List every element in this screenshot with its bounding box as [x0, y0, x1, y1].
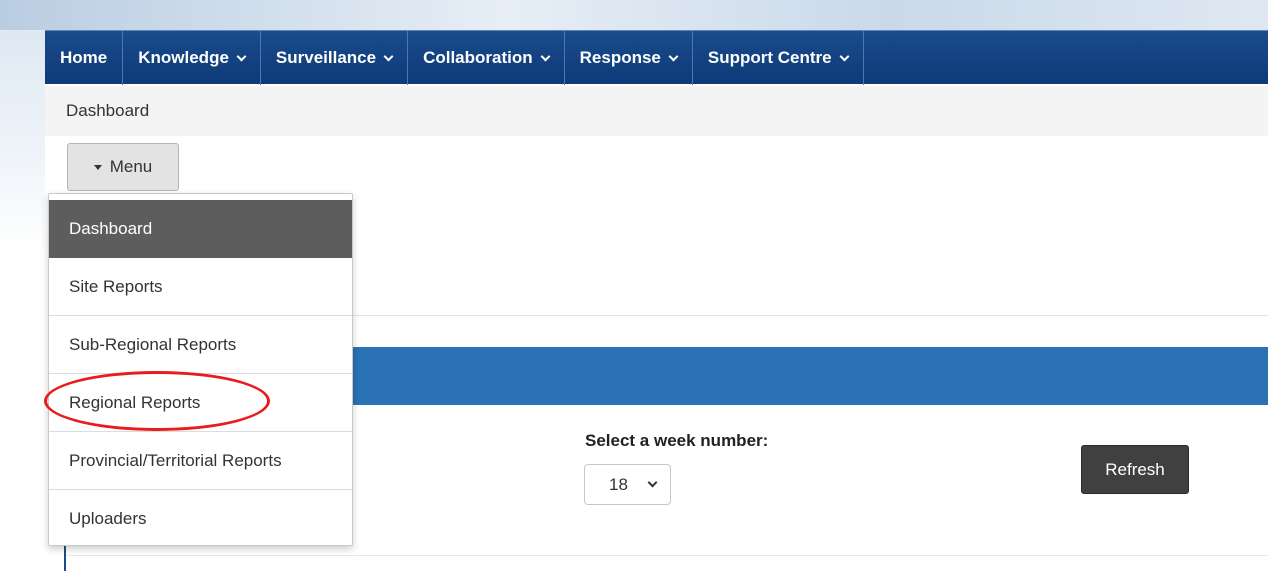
menu-item-provincial-territorial-reports[interactable]: Provincial/Territorial Reports — [49, 432, 352, 490]
menu-dropdown: Dashboard Site Reports Sub-Regional Repo… — [48, 193, 353, 546]
chevron-down-icon — [383, 51, 394, 61]
breadcrumb-current: Dashboard — [66, 101, 150, 120]
nav-support-centre-label: Support Centre — [707, 48, 832, 67]
menu-item-label: Provincial/Territorial Reports — [69, 450, 282, 470]
nav-support-centre[interactable]: Support Centre — [693, 31, 864, 85]
nav-knowledge[interactable]: Knowledge — [123, 31, 261, 85]
nav-home[interactable]: Home — [45, 31, 124, 85]
menu-item-regional-reports[interactable]: Regional Reports — [49, 374, 352, 432]
nav-knowledge-label: Knowledge — [138, 48, 229, 67]
chevron-down-icon — [647, 477, 658, 488]
week-selector-label: Select a week number: — [585, 431, 769, 450]
section-header-band — [350, 347, 1268, 405]
nav-collaboration-label: Collaboration — [423, 48, 533, 67]
nav-surveillance[interactable]: Surveillance — [261, 31, 409, 85]
menu-button[interactable]: Menu — [67, 143, 179, 191]
chevron-down-icon — [236, 51, 247, 61]
breadcrumb: Dashboard — [45, 86, 1268, 136]
chevron-down-icon — [540, 51, 551, 61]
week-number-select[interactable]: 18 — [584, 464, 671, 505]
divider — [65, 555, 1268, 556]
week-number-value: 18 — [609, 474, 628, 494]
menu-item-uploaders[interactable]: Uploaders — [49, 490, 352, 548]
nav-surveillance-label: Surveillance — [275, 48, 377, 67]
chevron-down-icon — [839, 51, 850, 61]
main-navbar: Home Knowledge Surveillance Collaboratio… — [45, 30, 1268, 85]
menu-item-label: Site Reports — [69, 276, 163, 296]
menu-item-label: Regional Reports — [69, 392, 201, 412]
nav-collaboration[interactable]: Collaboration — [408, 31, 565, 85]
caret-down-icon — [93, 164, 102, 170]
left-border — [64, 545, 66, 571]
menu-item-sub-regional-reports[interactable]: Sub-Regional Reports — [49, 316, 352, 374]
menu-item-label: Dashboard — [69, 219, 153, 238]
menu-item-dashboard[interactable]: Dashboard — [49, 200, 352, 258]
nav-response[interactable]: Response — [565, 31, 693, 85]
menu-item-label: Sub-Regional Reports — [69, 334, 237, 354]
nav-home-label: Home — [60, 48, 108, 67]
menu-button-label: Menu — [109, 157, 153, 176]
menu-item-site-reports[interactable]: Site Reports — [49, 258, 352, 316]
nav-response-label: Response — [579, 48, 661, 67]
refresh-button[interactable]: Refresh — [1081, 445, 1189, 494]
menu-item-label: Uploaders — [69, 509, 147, 528]
chevron-down-icon — [668, 51, 679, 61]
divider — [350, 315, 1268, 316]
refresh-button-label: Refresh — [1105, 459, 1165, 479]
